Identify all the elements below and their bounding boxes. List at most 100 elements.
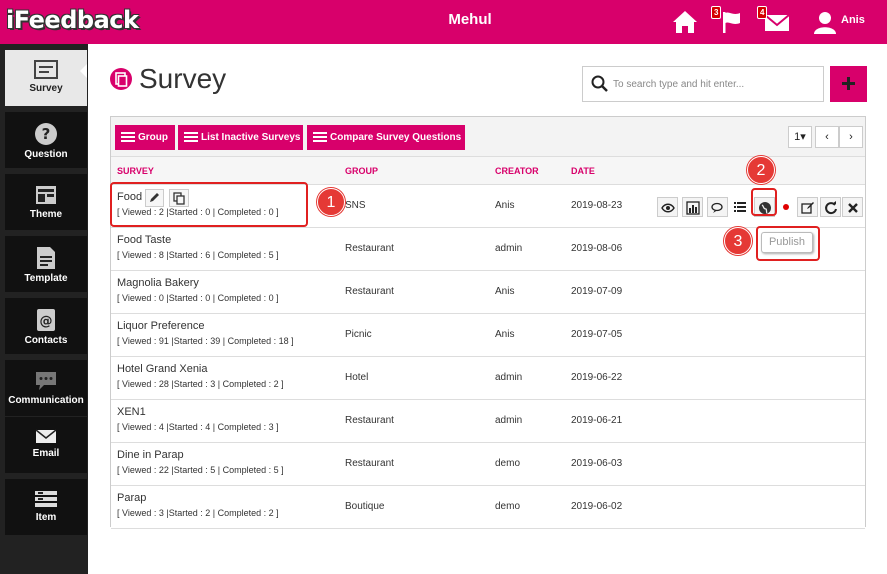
sidebar-item-item[interactable]: Item: [5, 479, 87, 535]
panel-toolbar: Group List Inactive Surveys Compare Surv…: [111, 117, 865, 157]
sidebar-item-label: Contacts: [24, 335, 68, 346]
survey-creator: Anis: [495, 200, 515, 211]
survey-stats: [ Viewed : 22 |Started : 5 | Completed :…: [117, 465, 284, 475]
survey-creator: admin: [495, 415, 523, 426]
survey-date: 2019-06-02: [571, 501, 623, 512]
step-marker-2: 2: [747, 156, 775, 184]
home-icon[interactable]: [670, 8, 700, 36]
list-icon: [734, 202, 746, 212]
table-row[interactable]: Parap [ Viewed : 3 |Started : 2 | Comple…: [111, 486, 865, 529]
survey-stats: [ Viewed : 4 |Started : 4 | Completed : …: [117, 422, 279, 432]
page-select[interactable]: 1▾: [788, 126, 812, 148]
annotation-box-publish: [756, 226, 820, 261]
table-row[interactable]: XEN1 [ Viewed : 4 |Started : 4 | Complet…: [111, 400, 865, 443]
item-icon: [35, 491, 57, 507]
svg-text:@: @: [40, 314, 53, 329]
mail-icon[interactable]: 4: [757, 6, 792, 36]
survey-group: Hotel: [345, 372, 369, 383]
header-group[interactable]: GROUP: [345, 166, 378, 176]
survey-stats: [ Viewed : 28 |Started : 3 | Completed :…: [117, 379, 284, 389]
survey-name[interactable]: Hotel Grand Xenia: [117, 363, 208, 375]
mail-badge: 4: [757, 6, 768, 19]
questions-list-button[interactable]: [730, 197, 751, 217]
survey-group: Picnic: [345, 329, 372, 340]
chart-icon: [686, 201, 700, 215]
compare-questions-button[interactable]: Compare Survey Questions: [307, 125, 465, 150]
delete-icon: [848, 203, 858, 213]
survey-name[interactable]: Food Taste: [117, 234, 171, 246]
survey-creator: demo: [495, 501, 521, 512]
annotation-box-survey: [110, 182, 308, 227]
header-title: Mehul: [448, 11, 492, 28]
survey-name[interactable]: Parap: [117, 492, 146, 504]
comments-icon: [711, 202, 723, 213]
status-dot-icon: [783, 204, 789, 210]
survey-name[interactable]: XEN1: [117, 406, 146, 418]
survey-group: Boutique: [345, 501, 385, 512]
table-row[interactable]: Food Taste [ Viewed : 8 |Started : 6 | C…: [111, 228, 865, 271]
sidebar-item-label: Template: [24, 273, 68, 284]
sidebar-item-label: Survey: [29, 83, 63, 94]
list-inactive-button[interactable]: List Inactive Surveys: [178, 125, 303, 150]
theme-icon: [36, 186, 56, 204]
flag-icon[interactable]: 3: [711, 6, 746, 36]
add-survey-button[interactable]: [830, 66, 867, 102]
survey-group: Restaurant: [345, 458, 394, 469]
sidebar-item-communication[interactable]: Communication: [5, 360, 87, 416]
question-icon: ?: [35, 123, 57, 145]
header-date[interactable]: DATE: [571, 166, 595, 176]
header-creator[interactable]: CREATOR: [495, 166, 539, 176]
table-row[interactable]: Magnolia Bakery [ Viewed : 0 |Started : …: [111, 271, 865, 314]
next-page-button[interactable]: ›: [839, 126, 863, 148]
sidebar-item-email[interactable]: Email: [5, 417, 87, 473]
survey-icon: [34, 60, 58, 79]
survey-date: 2019-06-21: [571, 415, 623, 426]
active-indicator: [80, 64, 87, 78]
sidebar-item-label: Communication: [8, 395, 84, 406]
report-button[interactable]: [682, 197, 703, 217]
search-box[interactable]: [582, 66, 824, 102]
survey-creator: Anis: [495, 286, 515, 297]
survey-name[interactable]: Liquor Preference: [117, 320, 204, 332]
preview-button[interactable]: [657, 197, 678, 217]
edit-icon: [801, 202, 814, 214]
flag-badge: 3: [711, 6, 722, 19]
survey-name[interactable]: Magnolia Bakery: [117, 277, 199, 289]
delete-button[interactable]: [842, 197, 863, 217]
sidebar-item-template[interactable]: Template: [5, 236, 87, 292]
app-logo[interactable]: iFeedback: [6, 6, 139, 38]
refresh-button[interactable]: [820, 197, 841, 217]
survey-stats: [ Viewed : 3 |Started : 2 | Completed : …: [117, 508, 279, 518]
edit-survey-button[interactable]: [797, 197, 818, 217]
sidebar-item-survey[interactable]: Survey: [5, 50, 87, 106]
survey-date: 2019-08-23: [571, 200, 623, 211]
refresh-icon: [825, 201, 837, 215]
survey-date: 2019-06-03: [571, 458, 623, 469]
survey-date: 2019-07-05: [571, 329, 623, 340]
header-survey[interactable]: SURVEY: [117, 166, 154, 176]
list-icon: [184, 132, 198, 143]
table-row[interactable]: Liquor Preference [ Viewed : 91 |Started…: [111, 314, 865, 357]
sidebar-item-question[interactable]: ? Question: [5, 112, 87, 168]
search-input[interactable]: [613, 75, 813, 93]
survey-creator: demo: [495, 458, 521, 469]
survey-name[interactable]: Dine in Parap: [117, 449, 184, 461]
user-name[interactable]: Anis: [841, 14, 865, 26]
prev-page-button[interactable]: ‹: [815, 126, 839, 148]
table-row[interactable]: Hotel Grand Xenia [ Viewed : 28 |Started…: [111, 357, 865, 400]
survey-group: Restaurant: [345, 286, 394, 297]
responses-button[interactable]: [707, 197, 728, 217]
sidebar-item-theme[interactable]: Theme: [5, 174, 87, 230]
sidebar-item-label: Theme: [29, 209, 63, 220]
survey-date: 2019-07-09: [571, 286, 623, 297]
survey-creator: admin: [495, 243, 523, 254]
group-button[interactable]: Group: [115, 125, 175, 150]
sidebar: Survey ? Question Theme Template @ Conta…: [0, 44, 88, 574]
survey-stats: [ Viewed : 0 |Started : 0 | Completed : …: [117, 293, 279, 303]
sidebar-item-label: Question: [24, 149, 68, 160]
list-icon: [121, 132, 135, 143]
user-icon[interactable]: [810, 8, 840, 36]
sidebar-item-contacts[interactable]: @ Contacts: [5, 298, 87, 354]
table-row[interactable]: Dine in Parap [ Viewed : 22 |Started : 5…: [111, 443, 865, 486]
step-marker-3: 3: [724, 227, 752, 255]
